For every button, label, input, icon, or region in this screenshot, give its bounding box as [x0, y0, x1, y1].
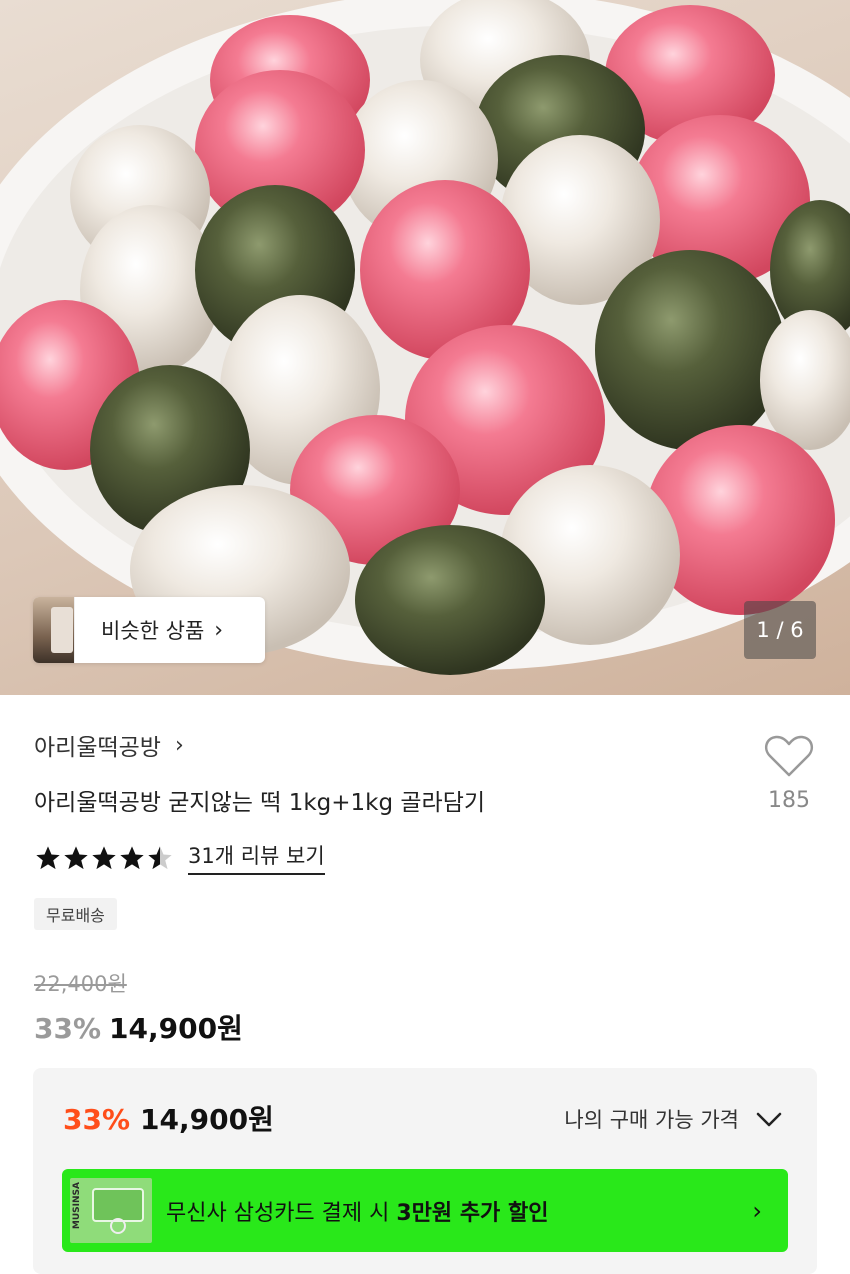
card-image-text: MUSINSA [72, 1182, 82, 1230]
benefit-price: 33% 14,900원 [63, 1098, 274, 1138]
like-button[interactable]: 185 [760, 734, 818, 813]
price-row: 33% 14,900원 [34, 1007, 243, 1047]
free-shipping-badge: 무료배송 [34, 898, 117, 930]
benefit-box: 33% 14,900원 나의 구매 가능 가격 MUSINSA 무신사 삼성카드… [33, 1068, 817, 1274]
product-title: 아리울떡공방 굳지않는 떡 1kg+1kg 골라담기 [34, 790, 486, 816]
card-text-bold: 3만원 추가 할인 [396, 1200, 549, 1226]
rating-row: 31개 리뷰 보기 [34, 840, 325, 875]
rice-cake-photo [0, 0, 850, 675]
chevron-right-icon: › [214, 617, 224, 643]
half-star-icon [148, 845, 172, 869]
star-icon [92, 845, 116, 869]
product-image[interactable]: 비슷한 상품 › 1 / 6 [0, 0, 850, 695]
card-image: MUSINSA [70, 1178, 152, 1243]
image-page-indicator: 1 / 6 [744, 601, 816, 659]
star-icon [120, 845, 144, 869]
my-price-toggle[interactable]: 나의 구매 가능 가격 [564, 1104, 783, 1134]
star-icon [36, 845, 60, 869]
heart-icon [764, 735, 814, 777]
similar-product-thumbnail [33, 597, 75, 663]
similar-products-label: 비슷한 상품 [101, 619, 205, 643]
benefit-discount-rate: 33% [63, 1103, 131, 1136]
review-link[interactable]: 31개 리뷰 보기 [188, 840, 325, 875]
brand-name: 아리울떡공방 [34, 735, 161, 761]
my-price-label: 나의 구매 가능 가격 [564, 1108, 739, 1132]
chevron-right-icon: › [174, 732, 184, 758]
card-discount-banner[interactable]: MUSINSA 무신사 삼성카드 결제 시 3만원 추가 할인 › [62, 1169, 788, 1252]
discount-rate: 33% [34, 1012, 102, 1045]
card-discount-text: 무신사 삼성카드 결제 시 3만원 추가 할인 [166, 1195, 548, 1227]
benefit-price-value: 14,900원 [140, 1103, 274, 1136]
chevron-down-icon [756, 1112, 782, 1127]
like-count: 185 [768, 788, 810, 813]
card-text-prefix: 무신사 삼성카드 결제 시 [166, 1200, 397, 1226]
original-price: 22,400원 [34, 972, 127, 996]
brand-link[interactable]: 아리울떡공방 › [34, 728, 184, 762]
star-rating [34, 844, 174, 872]
star-icon [64, 845, 88, 869]
sale-price: 14,900원 [109, 1012, 243, 1045]
chevron-right-icon: › [752, 1197, 762, 1225]
similar-products-button[interactable]: 비슷한 상품 › [33, 597, 265, 663]
